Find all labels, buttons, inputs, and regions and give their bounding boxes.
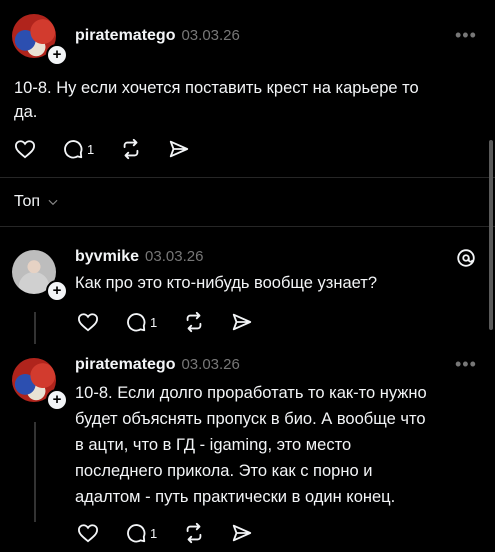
more-options-icon[interactable]: •••: [455, 25, 477, 46]
reply-count: 1: [87, 141, 95, 157]
repost-button[interactable]: [120, 138, 142, 160]
post-text: 10-8. Ну если хочется поставить крест на…: [14, 76, 484, 124]
comment-text: 10-8. Если долго проработать то как-то н…: [75, 380, 485, 510]
comment-header: byvmike 03.03.26: [75, 248, 203, 266]
username[interactable]: piratematego: [75, 356, 175, 373]
send-icon: [233, 313, 252, 331]
comment-text-line: 10-8. Если долго проработать то как-то н…: [75, 384, 427, 402]
comment-date: 03.03.26: [145, 248, 204, 265]
post-header: piratematego 03.03.26: [75, 27, 240, 45]
post-text-line: да.: [14, 103, 38, 121]
divider: [0, 177, 495, 178]
follow-plus-icon[interactable]: +: [46, 44, 68, 66]
comment-icon: [64, 140, 83, 159]
heart-icon: [77, 313, 99, 332]
like-button[interactable]: [77, 312, 99, 332]
send-icon: [170, 140, 189, 158]
reply-button[interactable]: 1: [125, 311, 157, 333]
username[interactable]: byvmike: [75, 248, 139, 265]
comment-text-line: в ацти, что в ГД - igaming, это место: [75, 436, 352, 454]
heart-icon: [77, 524, 99, 543]
comment-text-line: будет объяснять пропуск в био. А вообще …: [75, 410, 426, 428]
comment-text: Как про это кто-нибудь вообще узнает?: [75, 274, 378, 292]
repost-icon: [123, 138, 139, 160]
username[interactable]: piratematego: [75, 27, 175, 44]
threads-logo-icon[interactable]: [455, 247, 477, 274]
post-date: 03.03.26: [181, 27, 240, 44]
comment-header: piratematego 03.03.26: [75, 356, 240, 374]
share-button[interactable]: [231, 522, 253, 544]
repost-icon: [186, 522, 202, 544]
thread-line: [34, 422, 36, 522]
reply-count: 1: [150, 314, 158, 330]
divider: [0, 226, 495, 227]
more-options-icon[interactable]: •••: [455, 354, 477, 375]
heart-icon: [14, 140, 36, 159]
comment-date: 03.03.26: [181, 356, 240, 373]
post-actions: 1: [14, 138, 216, 160]
repost-button[interactable]: [183, 522, 205, 544]
chevron-down-icon: [48, 199, 58, 206]
follow-plus-icon[interactable]: +: [46, 280, 68, 302]
like-button[interactable]: [14, 139, 36, 159]
comment-text-line: последнего прикола. Это как с порно и: [75, 462, 373, 480]
sort-dropdown[interactable]: Топ: [14, 193, 60, 211]
comment-actions: 1: [77, 522, 279, 544]
scrollbar[interactable]: [489, 140, 493, 330]
follow-plus-icon[interactable]: +: [46, 389, 68, 411]
share-button[interactable]: [168, 138, 190, 160]
like-button[interactable]: [77, 523, 99, 543]
repost-button[interactable]: [183, 311, 205, 333]
post-text-line: 10-8. Ну если хочется поставить крест на…: [14, 79, 419, 97]
repost-icon: [186, 311, 202, 333]
comment-icon: [127, 524, 146, 543]
thread-line: [34, 312, 36, 344]
comment-actions: 1: [77, 311, 279, 333]
sort-label: Топ: [14, 193, 41, 210]
reply-button[interactable]: 1: [125, 522, 157, 544]
share-button[interactable]: [231, 311, 253, 333]
comment-icon: [127, 313, 146, 332]
reply-count: 1: [150, 525, 158, 541]
send-icon: [233, 524, 252, 542]
reply-button[interactable]: 1: [62, 138, 94, 160]
comment-text-line: адалтом - путь практически в один конец.: [75, 488, 396, 506]
